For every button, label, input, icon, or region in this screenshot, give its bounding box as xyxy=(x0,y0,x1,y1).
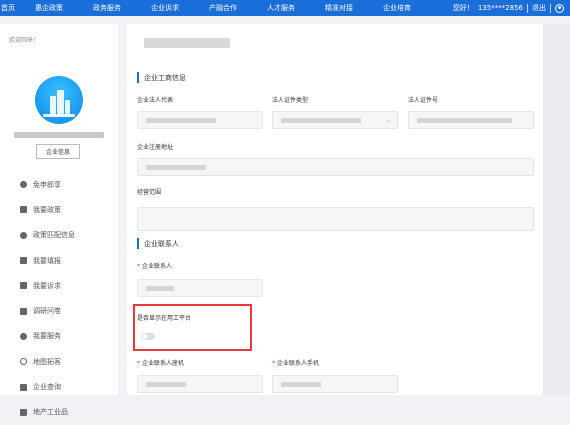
sidebar-item-label: 免申即享 xyxy=(33,180,61,189)
sidebar-item-map[interactable]: 地图拓客 xyxy=(0,349,118,374)
divider xyxy=(550,3,551,13)
chevron-down-icon: ⌄ xyxy=(385,117,391,124)
sidebar-item-label: 我要政策 xyxy=(33,205,61,214)
id-type-select[interactable]: ⌄ xyxy=(272,111,398,129)
contact-mobile-label-text: 企业联系人手机 xyxy=(277,360,320,367)
greeting: 您好！ xyxy=(452,4,474,12)
nav-tab-matching[interactable]: 精准对接 xyxy=(310,0,368,16)
required-mark: * xyxy=(137,263,140,270)
id-number-label: 法人证件号 xyxy=(408,97,439,104)
sidebar: 欢迎回来！ 企业信息 免申即享 我要政策 政策匹配信息 我要填报 我要诉求 调研… xyxy=(0,24,118,416)
sidebar-item-label: 我要诉求 xyxy=(33,281,61,290)
match-icon xyxy=(20,231,27,239)
company-info-button[interactable]: 企业信息 xyxy=(36,144,80,159)
sidebar-item-label: 我要服务 xyxy=(33,332,61,341)
sidebar-item-report[interactable]: 我要填报 xyxy=(0,248,118,273)
sidebar-item-policy[interactable]: 我要政策 xyxy=(0,197,118,222)
address-field[interactable] xyxy=(137,158,534,176)
map-icon xyxy=(20,358,27,366)
contact-phone-field[interactable] xyxy=(137,375,263,393)
user-phone: 135****2856 xyxy=(477,4,523,12)
id-type-label: 法人证件类型 xyxy=(272,97,309,104)
sidebar-item-survey[interactable]: 调研问卷 xyxy=(0,298,118,323)
company-name-blurred xyxy=(14,132,104,138)
section-business-info: 企业工商信息 xyxy=(137,72,186,83)
top-nav: 首页 惠企政策 政务服务 企业诉求 产融合作 人才服务 精准对接 企业培育 您好… xyxy=(0,0,570,16)
contact-mobile-label: * 企业联系人手机 xyxy=(272,358,319,367)
contact-phone-label-text: 企业联系人座机 xyxy=(142,360,185,367)
nav-tab-appeals[interactable]: 企业诉求 xyxy=(136,0,194,16)
sidebar-item-query[interactable]: 企业查询 xyxy=(0,374,118,399)
sidebar-item-appeal[interactable]: 我要诉求 xyxy=(0,273,118,298)
contact-mobile-field[interactable] xyxy=(272,375,398,393)
contact-label: * 企业联系人 xyxy=(137,261,172,270)
form-icon xyxy=(20,257,27,265)
book-icon xyxy=(20,206,27,214)
required-mark: * xyxy=(272,360,275,367)
sidebar-item-label: 我要填报 xyxy=(33,256,61,265)
legal-rep-label: 企业法人代表 xyxy=(137,97,174,104)
nav-tab-talent[interactable]: 人才服务 xyxy=(252,0,310,16)
user-icon[interactable] xyxy=(555,3,564,13)
nav-tab-cultivation[interactable]: 企业培育 xyxy=(368,0,426,16)
welcome-text: 欢迎回来！ xyxy=(9,37,40,44)
id-number-field[interactable] xyxy=(408,111,534,129)
section-contact: 企业联系人 xyxy=(137,238,179,249)
divider xyxy=(527,3,528,13)
sidebar-item-label: 地产工业品 xyxy=(33,408,68,417)
scope-label: 经营范围 xyxy=(137,189,162,196)
chat-icon xyxy=(20,282,27,290)
sidebar-item-exempt[interactable]: 免申即享 xyxy=(0,172,118,197)
nav-home[interactable]: 首页 xyxy=(0,0,20,16)
company-avatar xyxy=(35,76,83,124)
nav-tab-government-service[interactable]: 政务服务 xyxy=(78,0,136,16)
sidebar-item-label: 政策匹配信息 xyxy=(33,231,75,240)
business-scope-field[interactable] xyxy=(137,207,534,231)
sidebar-item-products[interactable]: 地产工业品 xyxy=(0,400,118,425)
contact-label-text: 企业联系人 xyxy=(142,263,173,270)
scrollbar-area[interactable] xyxy=(543,24,570,395)
product-icon xyxy=(20,408,27,416)
flag-icon xyxy=(20,181,27,189)
user-area: 您好！ 135****2856 退出 xyxy=(453,0,570,16)
legal-rep-field[interactable] xyxy=(137,111,263,129)
nav-tab-finance[interactable]: 产融合作 xyxy=(194,0,252,16)
sidebar-item-label: 地图拓客 xyxy=(33,357,61,366)
company-title-blurred xyxy=(144,38,230,48)
section-title: 企业工商信息 xyxy=(144,73,186,82)
contact-name-field[interactable] xyxy=(137,279,263,297)
logout-link[interactable]: 退出 xyxy=(532,3,546,13)
sidebar-item-service[interactable]: 我要服务 xyxy=(0,324,118,349)
query-icon xyxy=(20,383,27,391)
contact-phone-label: * 企业联系人座机 xyxy=(137,358,184,367)
sidebar-item-policy-match[interactable]: 政策匹配信息 xyxy=(0,223,118,248)
address-label: 企业注册地址 xyxy=(137,144,174,151)
highlight-box xyxy=(133,304,252,351)
survey-icon xyxy=(20,307,27,315)
sidebar-item-label: 调研问卷 xyxy=(33,307,61,316)
sidebar-item-label: 企业查询 xyxy=(33,383,61,392)
section-title: 企业联系人 xyxy=(144,239,179,248)
nav-tab-policy[interactable]: 惠企政策 xyxy=(20,0,78,16)
service-icon xyxy=(20,332,27,340)
sidebar-menu: 免申即享 我要政策 政策匹配信息 我要填报 我要诉求 调研问卷 我要服务 地图拓… xyxy=(0,172,118,425)
required-mark: * xyxy=(137,360,140,367)
